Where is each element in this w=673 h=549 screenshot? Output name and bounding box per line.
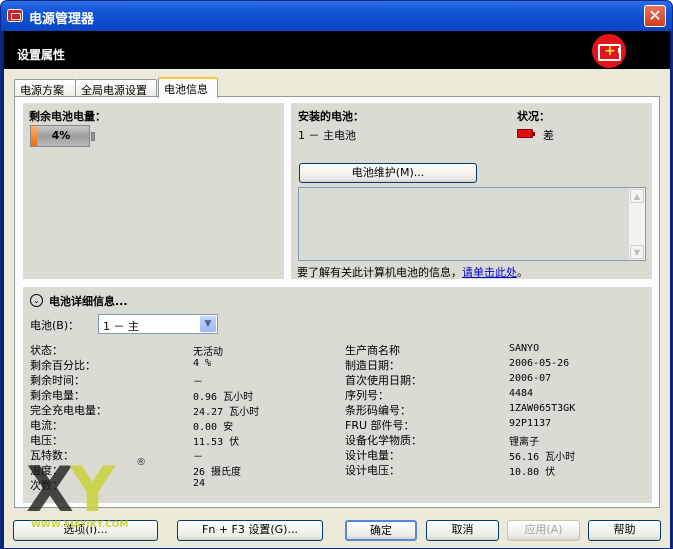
status-label: 状况： — [517, 110, 550, 123]
right-detail-label: 制造日期： — [345, 359, 400, 372]
right-detail-label: 序列号： — [345, 389, 389, 402]
right-detail-label: 首次使用日期： — [345, 374, 422, 387]
battery-status-icon — [517, 129, 535, 138]
left-detail-label: 剩余电量： — [30, 389, 85, 402]
collapse-details-icon[interactable]: ⌄ — [30, 294, 43, 307]
left-detail-label: 电流： — [30, 419, 63, 432]
right-detail-label: FRU 部件号： — [345, 419, 415, 432]
battery-percent: 4% — [51, 129, 71, 142]
left-detail-value: 0.00 安 — [193, 422, 234, 433]
battery-maintenance-button[interactable]: 电池维护(M)... — [299, 163, 477, 183]
left-detail-value: 0.96 瓦小时 — [193, 392, 254, 403]
battery-terminal — [91, 132, 95, 141]
battery-details-group: ⌄ 电池详细信息... 电池(B)： 1 － 主 ▼ 状态： 无活动剩余百分比： 4… — [23, 287, 652, 503]
left-detail-value: 无活动 — [193, 347, 223, 358]
left-detail-value: 24.27 瓦小时 — [193, 407, 260, 418]
chevron-down-icon[interactable]: ▼ — [200, 316, 216, 332]
left-detail-label: 状态： — [30, 344, 63, 357]
battery-level-meter: 4% — [30, 125, 95, 147]
battery-description-box: ▲ ▼ — [298, 187, 646, 261]
info-text-end: 。 — [517, 266, 528, 279]
left-detail-label: 剩余百分比： — [30, 359, 96, 372]
left-detail-label: 次数： — [30, 479, 63, 492]
right-detail-value: 56.16 瓦小时 — [509, 452, 576, 463]
client-area: 电源方案 全局电源设置 电池信息 剩余电池电量： 4% 安装的电池： 1 － 主… — [4, 69, 670, 548]
right-detail-label: 生产商名称 — [345, 344, 400, 357]
ok-button[interactable]: 确定 — [345, 520, 417, 541]
click-here-link[interactable]: 请单击此处 — [462, 266, 517, 279]
battery-select-value: 1 － 主 — [103, 320, 139, 333]
right-detail-label: 设计电压： — [345, 464, 400, 477]
details-title[interactable]: 电池详细信息... — [49, 293, 128, 309]
title-bar[interactable]: 电源管理器 ✕ — [1, 1, 672, 31]
description-scrollbar[interactable]: ▲ ▼ — [629, 188, 645, 260]
right-detail-label: 设计电量： — [345, 449, 400, 462]
right-detail-value: SANYO — [509, 343, 540, 354]
options-button[interactable]: 选项(I)... — [13, 520, 158, 541]
left-detail-value: 24 — [193, 478, 206, 489]
right-detail-label: 设备化学物质： — [345, 434, 422, 447]
left-detail-value: 4 % — [193, 358, 212, 369]
installed-battery-group: 安装的电池： 1 － 主电池 状况： 差 电池维护(M)... ▲ ▼ 要了解有… — [291, 103, 652, 279]
remaining-charge-label: 剩余电池电量： — [29, 110, 106, 123]
help-button[interactable]: 帮助 — [588, 520, 661, 541]
tab-battery-info[interactable]: 电池信息 — [158, 77, 218, 98]
left-detail-label: 瓦特数： — [30, 449, 74, 462]
installed-battery-value: 1 － 主电池 — [298, 129, 356, 142]
left-detail-value: － — [193, 377, 203, 388]
info-text-body: 要了解有关此计算机电池的信息， — [297, 266, 462, 279]
left-detail-label: 温度： — [30, 464, 63, 477]
left-detail-label: 电压： — [30, 434, 63, 447]
close-button[interactable]: ✕ — [644, 5, 666, 27]
right-detail-value: 4484 — [509, 388, 534, 399]
right-detail-value: 1ZAW065T3GK — [509, 403, 576, 414]
tab-power-scheme[interactable]: 电源方案 — [14, 79, 76, 97]
installed-battery-label: 安装的电池： — [298, 110, 364, 123]
battery-info-panel: 剩余电池电量： 4% 安装的电池： 1 － 主电池 状况： 差 电池维护(M).… — [14, 96, 660, 508]
info-text: 要了解有关此计算机电池的信息，请单击此处。 — [297, 264, 528, 280]
battery-app-icon — [7, 9, 23, 22]
power-manager-window: 电源管理器 ✕ 设置属性 + 电源方案 全局电源设置 电池信息 剩余电池电量： … — [0, 0, 673, 549]
apply-button[interactable]: 应用(A) — [507, 520, 580, 541]
right-detail-value: 2006-05-26 — [509, 358, 570, 369]
remaining-charge-group: 剩余电池电量： 4% — [23, 103, 284, 279]
status-value: 差 — [543, 129, 554, 142]
cancel-button[interactable]: 取消 — [426, 520, 499, 541]
right-detail-value: 锂离子 — [509, 437, 539, 448]
scroll-down-icon[interactable]: ▼ — [630, 245, 644, 259]
header-title: 设置属性 — [17, 48, 66, 62]
left-detail-value: － — [193, 452, 203, 463]
scroll-up-icon[interactable]: ▲ — [630, 189, 644, 203]
battery-logo-icon: + — [592, 34, 626, 68]
right-detail-value: 92P1137 — [509, 418, 552, 429]
left-detail-label: 剩余时间： — [30, 374, 85, 387]
right-detail-value: 10.80 伏 — [509, 467, 556, 478]
left-detail-value: 11.53 伏 — [193, 437, 240, 448]
right-detail-value: 2006-07 — [509, 373, 552, 384]
tab-global-power-settings[interactable]: 全局电源设置 — [75, 79, 157, 97]
battery-select[interactable]: 1 － 主 ▼ — [98, 314, 218, 334]
left-detail-label: 完全充电电量： — [30, 404, 107, 417]
battery-select-label: 电池(B)： — [30, 319, 80, 332]
window-title: 电源管理器 — [29, 12, 95, 27]
right-detail-label: 条形码编号： — [345, 404, 411, 417]
fn-f3-settings-button[interactable]: Fn + F3 设置(G)... — [177, 520, 323, 541]
header-banner: 设置属性 + — [4, 31, 670, 69]
left-detail-value: 26 摄氏度 — [193, 467, 242, 478]
